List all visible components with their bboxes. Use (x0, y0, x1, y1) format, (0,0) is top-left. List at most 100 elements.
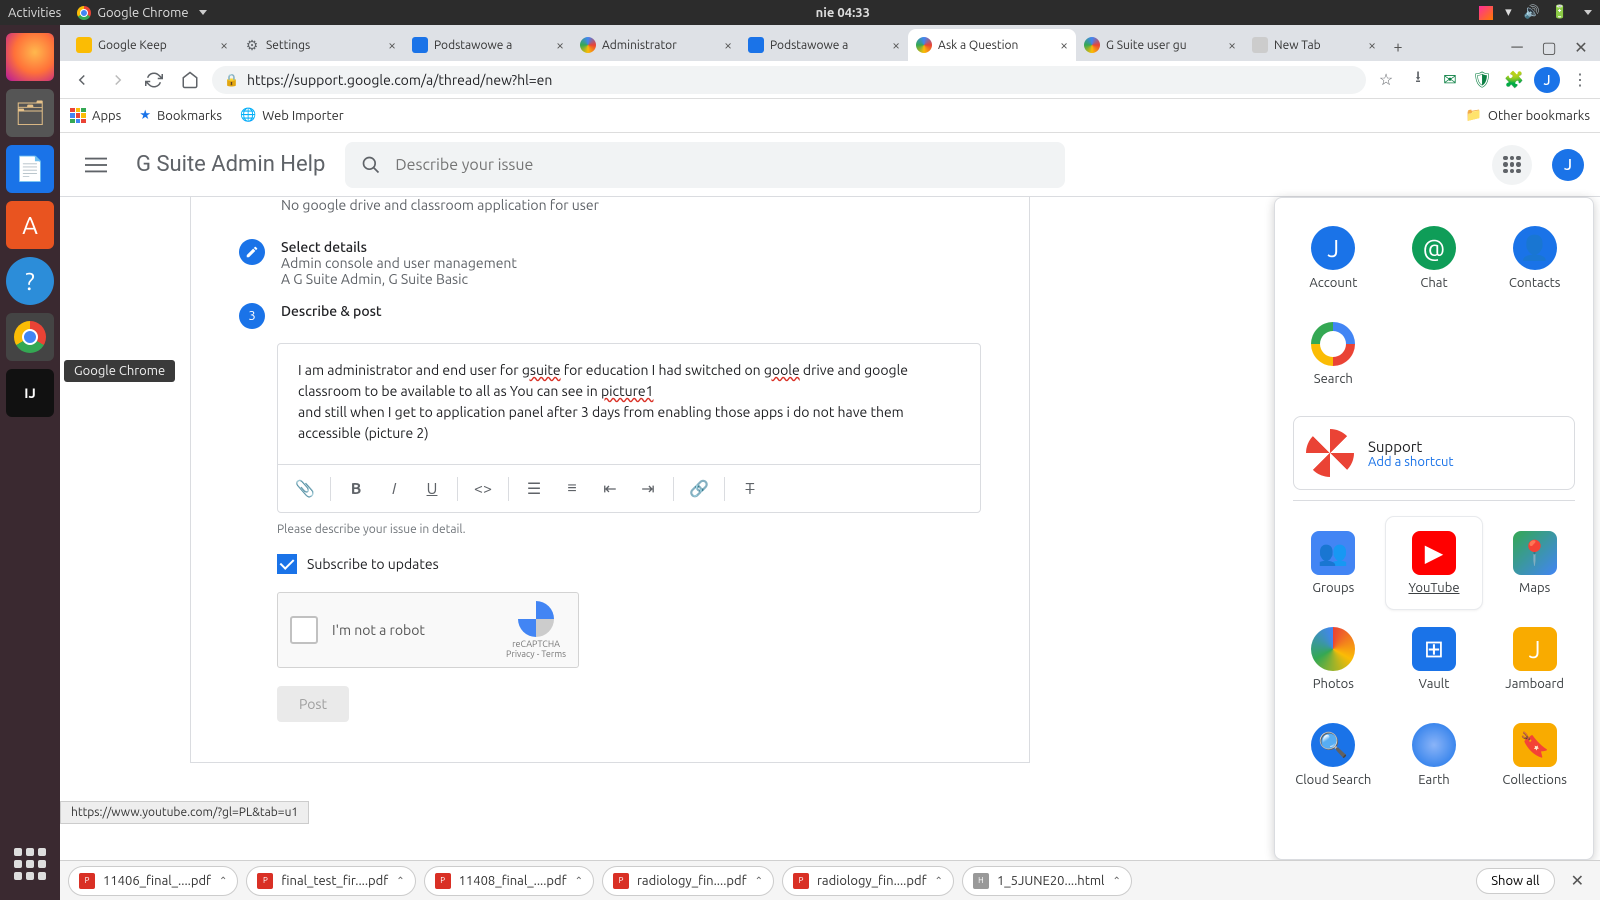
launcher-files[interactable]: 🗂 (6, 89, 54, 137)
tab-administrator[interactable]: Administrator× (572, 29, 740, 61)
tab-new-tab[interactable]: New Tab× (1244, 29, 1384, 61)
tab-gsuite-guide[interactable]: G Suite user gu× (1076, 29, 1244, 61)
star-bookmark-icon[interactable]: ☆ (1374, 68, 1398, 92)
jetbrains-tray-icon[interactable] (1479, 6, 1493, 20)
post-button[interactable]: Post (277, 686, 349, 722)
download-item[interactable]: Pfinal_test_fir....pdf⌃ (246, 866, 415, 896)
apps-shortcut[interactable]: Apps (70, 108, 121, 124)
launcher-chrome[interactable] (6, 313, 54, 361)
bold-icon[interactable]: B (339, 472, 373, 506)
download-item[interactable]: P11408_final_....pdf⌃ (424, 866, 594, 896)
extension-icon-2[interactable]: 🛡 (1470, 68, 1494, 92)
tab-podstawowe-1[interactable]: Podstawowe a× (404, 29, 572, 61)
chevron-up-icon[interactable]: ⌃ (1112, 875, 1120, 887)
app-collections[interactable]: 🔖Collections (1486, 709, 1583, 801)
pocket-icon[interactable]: ⭳ (1406, 68, 1430, 92)
app-groups[interactable]: 👥Groups (1285, 517, 1382, 609)
tab-close-icon[interactable]: × (220, 37, 228, 53)
add-shortcut-link[interactable]: Add a shortcut (1368, 455, 1454, 469)
nav-home[interactable] (176, 66, 204, 94)
other-bookmarks[interactable]: 📁Other bookmarks (1466, 108, 1590, 123)
launcher-software[interactable]: A (6, 201, 54, 249)
app-youtube[interactable]: ▶YouTube (1386, 517, 1483, 609)
launcher-show-apps[interactable] (6, 840, 54, 888)
google-apps-button[interactable] (1492, 145, 1532, 185)
bookmarks-shortcut[interactable]: ★Bookmarks (139, 108, 222, 123)
tab-close-icon[interactable]: × (724, 37, 732, 53)
nav-reload[interactable] (140, 66, 168, 94)
battery-icon[interactable]: 🔋 (1552, 5, 1568, 20)
help-search[interactable] (345, 142, 1065, 188)
launcher-intellij[interactable]: IJ (6, 369, 54, 417)
numbered-list-icon[interactable]: ≡ (555, 472, 589, 506)
download-item[interactable]: Pradiology_fin....pdf⌃ (782, 866, 954, 896)
activities-button[interactable]: Activities (8, 6, 61, 20)
web-importer-shortcut[interactable]: 🌐Web Importer (240, 108, 344, 123)
tab-podstawowe-2[interactable]: Podstawowe a× (740, 29, 908, 61)
window-maximize[interactable]: ▢ (1534, 33, 1564, 61)
clear-format-icon[interactable]: T (733, 472, 767, 506)
app-maps[interactable]: 📍Maps (1486, 517, 1583, 609)
app-search[interactable]: Search (1285, 308, 1382, 400)
volume-icon[interactable]: 🔊 (1524, 5, 1540, 20)
code-icon[interactable]: <> (466, 472, 500, 506)
chevron-up-icon[interactable]: ⌃ (575, 875, 583, 887)
new-tab-button[interactable]: + (1384, 33, 1412, 61)
active-app-indicator[interactable]: Google Chrome (77, 6, 206, 20)
app-jamboard[interactable]: JJamboard (1486, 613, 1583, 705)
app-cloud-search[interactable]: 🔍Cloud Search (1285, 709, 1382, 801)
system-tray[interactable]: ▾ 🔊 🔋 (1479, 5, 1592, 20)
profile-avatar[interactable]: J (1534, 67, 1560, 93)
window-minimize[interactable]: ─ (1502, 33, 1532, 61)
tab-close-icon[interactable]: × (556, 37, 564, 53)
extension-icon-3[interactable]: 🧩 (1502, 68, 1526, 92)
show-all-downloads[interactable]: Show all (1476, 868, 1554, 894)
app-earth[interactable]: Earth (1386, 709, 1483, 801)
chrome-menu-icon[interactable]: ⋮ (1568, 68, 1592, 92)
help-search-input[interactable] (395, 156, 1049, 174)
download-item[interactable]: Pradiology_fin....pdf⌃ (602, 866, 774, 896)
tab-close-icon[interactable]: × (892, 37, 900, 53)
chevron-up-icon[interactable]: ⌃ (396, 875, 404, 887)
tab-close-icon[interactable]: × (1060, 37, 1068, 53)
app-photos[interactable]: Photos (1285, 613, 1382, 705)
download-item[interactable]: P11406_final_....pdf⌃ (68, 866, 238, 896)
hamburger-menu[interactable] (76, 145, 116, 185)
app-contacts[interactable]: 👤Contacts (1486, 212, 1583, 304)
app-account[interactable]: JAccount (1285, 212, 1382, 304)
window-close[interactable]: ✕ (1566, 33, 1596, 61)
extension-icon-1[interactable]: ✉ (1438, 68, 1462, 92)
launcher-help[interactable]: ? (6, 257, 54, 305)
launcher-writer[interactable]: 📄 (6, 145, 54, 193)
recaptcha-checkbox[interactable] (290, 616, 318, 644)
wifi-icon[interactable]: ▾ (1505, 5, 1512, 20)
nav-back[interactable] (68, 66, 96, 94)
app-vault[interactable]: ⊞Vault (1386, 613, 1483, 705)
omnibox[interactable]: 🔒 https://support.google.com/a/thread/ne… (212, 66, 1366, 94)
attach-icon[interactable]: 📎 (288, 472, 322, 506)
user-avatar[interactable]: J (1552, 149, 1584, 181)
tab-close-icon[interactable]: × (1368, 37, 1376, 53)
app-chat[interactable]: @Chat (1386, 212, 1483, 304)
tab-close-icon[interactable]: × (1228, 37, 1236, 53)
system-clock[interactable]: nie 04:33 (207, 6, 1480, 20)
indent-increase-icon[interactable]: ⇥ (631, 472, 665, 506)
link-icon[interactable]: 🔗 (682, 472, 716, 506)
download-item[interactable]: H1_5JUNE20....html⌃ (962, 866, 1132, 896)
tab-google-keep[interactable]: Google Keep× (68, 29, 236, 61)
underline-icon[interactable]: U (415, 472, 449, 506)
subscribe-row[interactable]: Subscribe to updates (277, 554, 981, 574)
chevron-up-icon[interactable]: ⌃ (219, 875, 227, 887)
bulleted-list-icon[interactable]: ☰ (517, 472, 551, 506)
support-card[interactable]: Support Add a shortcut (1293, 416, 1575, 490)
launcher-firefox[interactable] (6, 33, 54, 81)
chevron-up-icon[interactable]: ⌃ (935, 875, 943, 887)
issue-textarea[interactable]: I am administrator and end user for gsui… (278, 344, 980, 464)
tab-ask-question[interactable]: Ask a Question× (908, 29, 1076, 61)
downloads-close[interactable]: ✕ (1563, 871, 1592, 890)
italic-icon[interactable]: I (377, 472, 411, 506)
tab-settings[interactable]: ⚙Settings× (236, 29, 404, 61)
tab-close-icon[interactable]: × (388, 37, 396, 53)
subscribe-checkbox[interactable] (277, 554, 297, 574)
indent-decrease-icon[interactable]: ⇤ (593, 472, 627, 506)
